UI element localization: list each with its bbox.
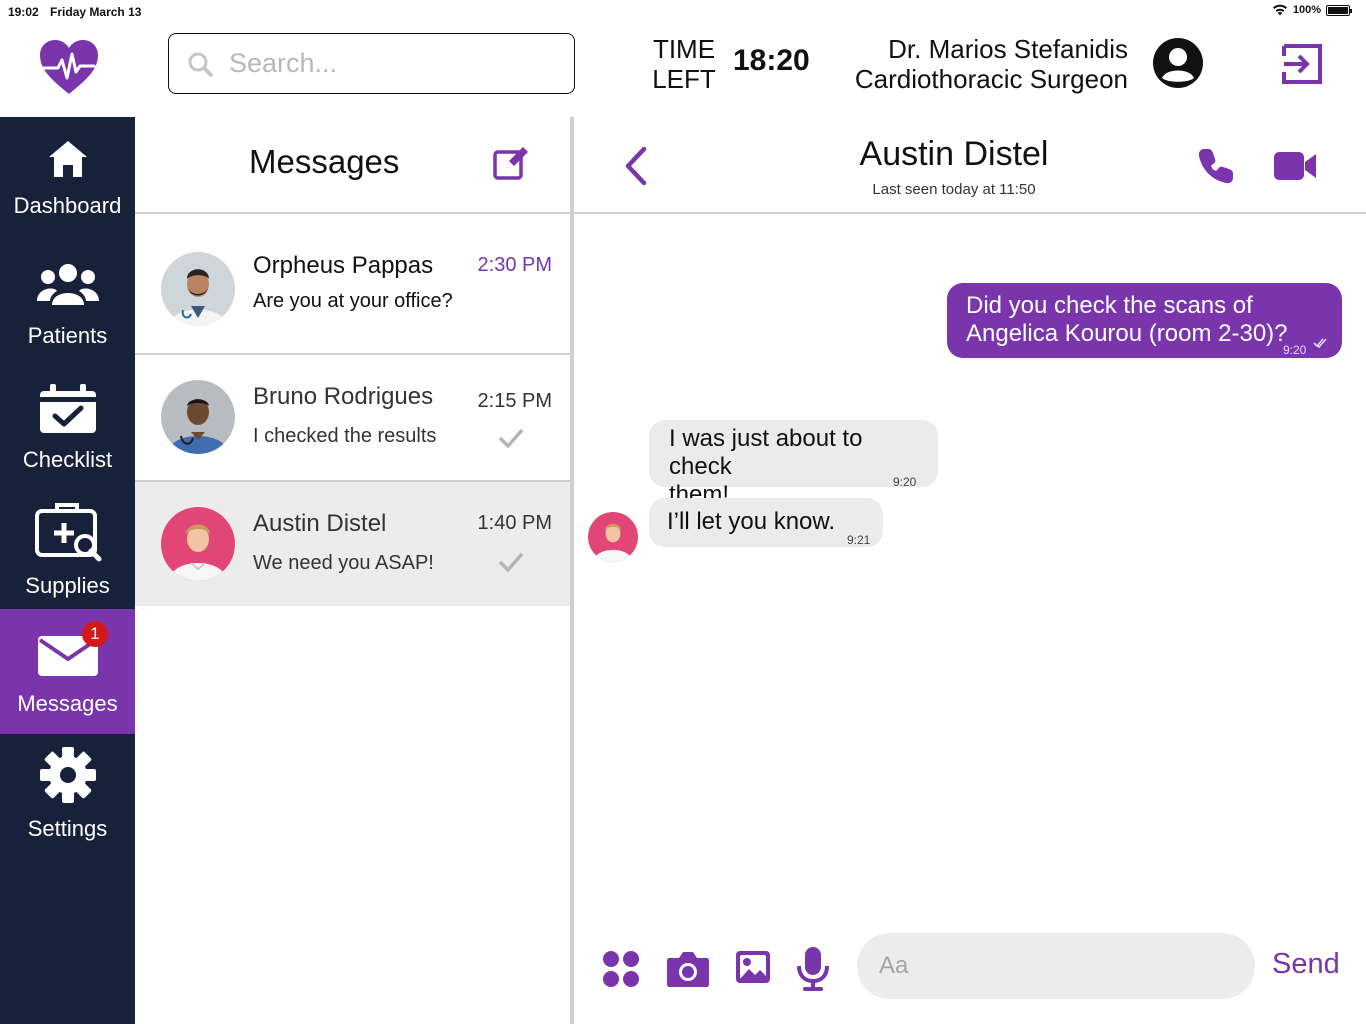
sidebar-item-dashboard[interactable]: Dashboard: [0, 117, 135, 241]
search-icon: [188, 52, 213, 77]
battery-percent: 100%: [1292, 4, 1321, 16]
compose-icon[interactable]: [492, 144, 530, 180]
status-bar-right: 100%: [1272, 4, 1352, 16]
sidebar-item-label: Dashboard: [13, 193, 122, 218]
chat-contact-name: Austin Distel: [859, 135, 1049, 173]
last-seen: Last seen today at 11:50: [872, 181, 1036, 198]
conversation-name: Orpheus Pappas: [253, 252, 434, 279]
search-input[interactable]: [229, 48, 549, 79]
conversation-time: 2:30 PM: [477, 254, 552, 276]
conversation-name: Bruno Rodrigues: [253, 383, 434, 410]
message-time: 9:21: [847, 533, 871, 547]
send-button[interactable]: Send: [1272, 948, 1340, 981]
conversation-item-orpheus-pappas[interactable]: Orpheus Pappas Are you at your office? 2…: [135, 214, 570, 354]
time-left-value: 18:20: [733, 44, 810, 77]
logout-icon[interactable]: [1280, 42, 1324, 86]
message-text: I’ll let you know.: [667, 508, 836, 535]
conversation-name: Austin Distel: [253, 510, 387, 537]
calendar-check-icon: [39, 384, 96, 433]
wifi-icon: [1272, 4, 1287, 16]
doctor-role: Cardiothoracic Surgeon: [854, 64, 1128, 94]
sidebar-item-label: Patients: [27, 323, 108, 348]
camera-icon[interactable]: [666, 950, 710, 988]
sidebar-item-label: Checklist: [22, 447, 113, 472]
message-input[interactable]: [857, 933, 1255, 999]
contact-avatar: [588, 512, 638, 562]
conversation-preview: We need you ASAP!: [253, 552, 434, 574]
time-left-label-line2: LEFT: [652, 64, 716, 94]
conversation-time: 1:40 PM: [477, 512, 552, 534]
double-check-icon: [1313, 338, 1327, 349]
conversation-preview: I checked the results: [253, 425, 437, 447]
battery-icon: [1326, 4, 1352, 16]
medical-supplies-icon: [34, 503, 101, 562]
conversation-item-bruno-rodrigues[interactable]: Bruno Rodrigues I checked the results 2:…: [135, 355, 570, 480]
message-bubble-incoming: I was just about to check them! 9:20: [649, 420, 938, 508]
message-time: 9:20: [893, 475, 917, 489]
status-bar-left: 19:02 Friday March 13: [8, 5, 149, 19]
doctor-name: Dr. Marios Stefanidis: [888, 34, 1128, 64]
sidebar: Dashboard Patients Checklist Supplies 1 …: [0, 117, 135, 1024]
message-text: I was just about to check: [669, 425, 863, 480]
users-icon: [36, 264, 99, 305]
read-check-icon: [498, 552, 524, 573]
sidebar-item-checklist[interactable]: Checklist: [0, 365, 135, 489]
apps-icon[interactable]: [602, 950, 640, 988]
message-text: Did you check the scans of: [966, 292, 1253, 319]
message-bubble-incoming: I’ll let you know. 9:21: [649, 498, 883, 547]
user-profile-icon[interactable]: [1152, 37, 1204, 89]
message-text: Angelica Kourou (room 2-30)?: [966, 320, 1288, 347]
messages-title: Messages: [249, 143, 400, 180]
sidebar-item-supplies[interactable]: Supplies: [0, 489, 135, 613]
conversation-time: 2:15 PM: [477, 390, 552, 412]
sidebar-item-label: Messages: [17, 691, 118, 716]
image-icon[interactable]: [735, 950, 771, 984]
conversation-preview: Are you at your office?: [253, 290, 453, 312]
heart-logo-icon[interactable]: [38, 38, 100, 96]
status-date: Friday March 13: [50, 5, 142, 19]
doctor-info: Dr. Marios Stefanidis Cardiothoracic Sur…: [855, 34, 1128, 94]
sidebar-item-label: Supplies: [25, 573, 110, 598]
phone-call-icon[interactable]: [1196, 146, 1236, 186]
sidebar-item-patients[interactable]: Patients: [0, 241, 135, 365]
sidebar-item-label: Settings: [27, 816, 108, 841]
unread-badge: 1: [82, 621, 108, 647]
message-time: 9:20: [1283, 343, 1307, 357]
status-time: 19:02: [8, 5, 39, 19]
message-bubble-outgoing: Did you check the scans of Angelica Kour…: [947, 283, 1342, 358]
video-call-icon[interactable]: [1272, 148, 1318, 184]
time-left-label: TIME LEFT: [652, 34, 716, 94]
time-left-label-line1: TIME: [652, 34, 716, 64]
conversation-item-austin-distel[interactable]: Austin Distel We need you ASAP! 1:40 PM: [135, 482, 570, 606]
avatar: [161, 380, 235, 454]
avatar: [161, 252, 235, 326]
sidebar-item-messages[interactable]: 1 Messages: [0, 609, 135, 734]
read-check-icon: [498, 428, 524, 449]
gear-icon: [39, 747, 96, 803]
microphone-icon[interactable]: [796, 946, 830, 992]
avatar: [161, 507, 235, 581]
search-bar[interactable]: [168, 33, 575, 94]
pane-divider: [570, 117, 574, 1024]
chat-header-divider: [574, 212, 1366, 214]
sidebar-item-settings[interactable]: Settings: [0, 734, 135, 858]
home-icon: [48, 141, 87, 177]
back-chevron-icon[interactable]: [622, 146, 652, 186]
